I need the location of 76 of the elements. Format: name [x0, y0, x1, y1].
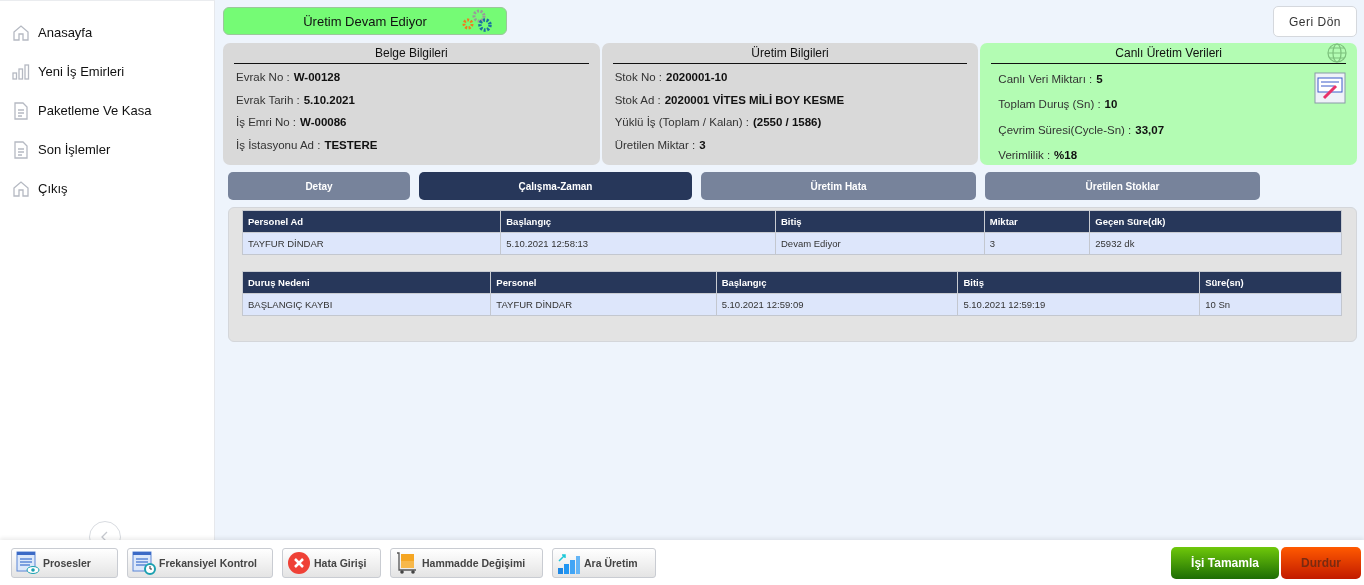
- table-cell: 25932 dk: [1089, 232, 1342, 255]
- tab[interactable]: Çalışma-Zaman: [419, 172, 692, 200]
- field-label: Verimlilik :: [998, 149, 1051, 162]
- field-value: 3: [699, 138, 706, 151]
- field-value: 33,07: [1135, 123, 1165, 136]
- field-label: Stok No :: [614, 71, 662, 84]
- column-header: Personel: [490, 271, 717, 294]
- column-header: Başlangıç: [500, 210, 776, 233]
- globe-icon: [1327, 43, 1347, 63]
- list-eye-icon: [16, 550, 40, 575]
- column-header: Personel Ad: [242, 210, 501, 233]
- table-cell: 10 Sn: [1199, 293, 1342, 316]
- toolbar-button[interactable]: Hammadde Değişimi: [390, 547, 543, 578]
- toolbar-button[interactable]: Hata Girişi: [282, 547, 381, 578]
- field-value: 10: [1104, 98, 1118, 111]
- field-value: TESTERE: [324, 138, 378, 151]
- tab[interactable]: Detay: [228, 172, 410, 200]
- field-label: İş Emri No :: [236, 116, 297, 129]
- field-label: Evrak No :: [236, 71, 290, 84]
- field-label: İş İstasyonu Ad :: [236, 138, 321, 151]
- certificate-icon: [1314, 72, 1346, 104]
- toolbar-button[interactable]: Prosesler: [11, 547, 118, 578]
- column-header: Başlangıç: [716, 271, 958, 294]
- table-cell: Devam Ediyor: [775, 232, 985, 255]
- document-icon: [12, 101, 30, 120]
- field-value: 2020001-10: [666, 71, 728, 84]
- list-clock-icon: [132, 550, 156, 575]
- field-label: Stok Ad :: [614, 93, 661, 106]
- field-label: Evrak Tarih :: [236, 93, 300, 106]
- tab[interactable]: Üretim Hata: [701, 172, 976, 200]
- table-cell: 5.10.2021 12:58:13: [500, 232, 776, 255]
- column-header: Geçen Süre(dk): [1089, 210, 1342, 233]
- close-circle-icon: [287, 550, 311, 575]
- field-label: Toplam Duruş (Sn) :: [998, 98, 1101, 111]
- column-header: Duruş Nedeni: [242, 271, 491, 294]
- gears-icon: [460, 9, 494, 33]
- nav-item[interactable]: Çıkış: [0, 169, 214, 208]
- field-value: 2020001 VİTES MİLİ BOY KESME: [664, 93, 845, 106]
- bar-chart-icon: [12, 62, 30, 81]
- home-icon: [12, 179, 30, 198]
- nav-item[interactable]: Anasayfa: [0, 13, 214, 52]
- nav-item[interactable]: Paketleme Ve Kasa: [0, 91, 214, 130]
- field-value: 5: [1096, 72, 1103, 85]
- field-value: %18: [1054, 149, 1078, 162]
- complete-button[interactable]: İşi Tamamla: [1171, 546, 1279, 579]
- table-cell: TAYFUR DİNDAR: [242, 232, 501, 255]
- field-value: W-00086: [300, 116, 347, 129]
- column-header: Süre(sn): [1199, 271, 1342, 294]
- table-cell: BAŞLANGIÇ KAYBI: [242, 293, 491, 316]
- collapse-button[interactable]: [89, 521, 121, 540]
- table-cell: TAYFUR DİNDAR: [490, 293, 717, 316]
- cart-icon: [395, 550, 419, 575]
- column-header: Bitiş: [775, 210, 985, 233]
- toolbar-button[interactable]: Frekansiyel Kontrol: [127, 547, 273, 578]
- field-label: Yüklü İş (Toplam / Kalan) :: [614, 116, 749, 129]
- column-header: Bitiş: [957, 271, 1200, 294]
- table-cell: 5.10.2021 12:59:09: [716, 293, 958, 316]
- field-value: W-00128: [293, 71, 341, 84]
- field-value: 5.10.2021: [303, 93, 355, 106]
- card-title: Üretim Bilgileri: [612, 46, 968, 64]
- table-cell: 5.10.2021 12:59:19: [957, 293, 1200, 316]
- status-label: Üretim Devam Ediyor: [303, 13, 427, 29]
- field-value: (2550 / 1586): [752, 116, 822, 129]
- column-header: Miktar: [984, 210, 1090, 233]
- field-label: Çevrim Süresi(Cycle-Sn) :: [998, 123, 1132, 136]
- document-icon: [12, 140, 30, 159]
- back-button[interactable]: Geri Dön: [1273, 6, 1357, 37]
- field-label: Canlı Veri Miktarı :: [998, 72, 1093, 85]
- tab[interactable]: Üretilen Stoklar: [985, 172, 1260, 200]
- card-title: Belge Bilgileri: [234, 46, 589, 64]
- home-icon: [12, 23, 30, 42]
- nav-item[interactable]: Son İşlemler: [0, 130, 214, 169]
- card-title: Canlı Üretim Verileri: [991, 46, 1346, 64]
- toolbar-button[interactable]: Ara Üretim: [552, 547, 656, 578]
- nav-item[interactable]: Yeni İş Emirleri: [0, 52, 214, 91]
- field-label: Üretilen Miktar :: [614, 138, 696, 151]
